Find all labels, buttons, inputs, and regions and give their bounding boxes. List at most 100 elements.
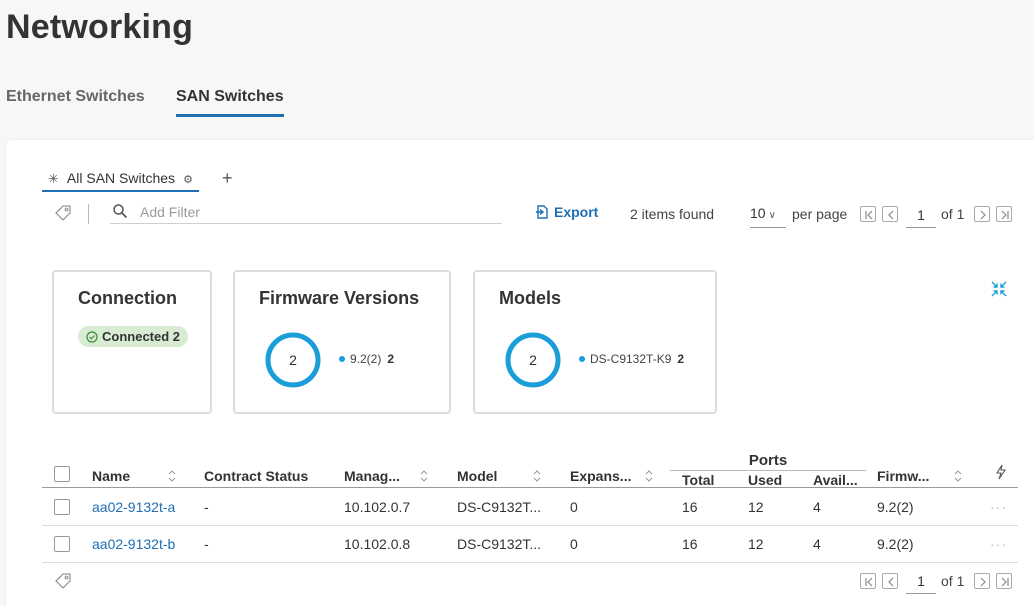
cell-contract-status: - [204, 536, 209, 552]
select-all-checkbox[interactable] [54, 466, 70, 482]
export-label: Export [554, 204, 599, 220]
tag-icon[interactable] [54, 204, 72, 227]
row-actions-icon[interactable]: ··· [990, 499, 1007, 515]
page-count-label: of 1 [941, 573, 965, 589]
firmware-legend-item[interactable]: 9.2(2) 2 [339, 352, 394, 366]
row-checkbox[interactable] [54, 536, 70, 552]
gear-icon[interactable]: ⚙ [183, 174, 193, 186]
column-header-model[interactable]: Model [457, 468, 497, 484]
search-icon [112, 203, 128, 224]
models-donut-total: 2 [529, 352, 537, 368]
firmware-versions-summary-card[interactable]: Firmware Versions 2 9.2(2) 2 [233, 270, 451, 414]
cell-model: DS-C9132T... [457, 499, 542, 515]
check-circle-icon [86, 331, 98, 343]
sort-icon[interactable] [645, 470, 653, 482]
tab-ethernet-switches[interactable]: Ethernet Switches [6, 88, 145, 114]
column-header-ports-total[interactable]: Total [682, 472, 714, 488]
connection-title: Connection [78, 288, 177, 308]
column-group-ports: Ports [748, 452, 788, 469]
firmware-legend-count: 2 [387, 352, 395, 366]
sort-icon[interactable] [533, 470, 541, 482]
column-header-management[interactable]: Manag... [344, 468, 400, 484]
networking-page: Networking Ethernet Switches SAN Switche… [0, 0, 1034, 606]
per-page-select[interactable]: 10 ∨ [750, 202, 786, 228]
firmware-donut-chart[interactable]: 2 [263, 330, 323, 390]
first-page-button[interactable] [860, 573, 876, 589]
sort-icon[interactable] [168, 470, 176, 482]
switch-name-link[interactable]: aa02-9132t-a [92, 499, 175, 515]
cell-ports-available: 4 [813, 536, 821, 552]
items-found-count: 2 items found [630, 206, 715, 222]
cell-ports-total: 16 [682, 499, 698, 515]
models-donut-chart[interactable]: 2 [503, 330, 563, 390]
models-legend-item[interactable]: DS-C9132T-K9 2 [579, 352, 684, 366]
column-header-firmware[interactable]: Firmw... [877, 468, 929, 484]
next-page-button[interactable] [974, 573, 990, 589]
page-number-input[interactable] [906, 202, 936, 228]
first-page-icon [865, 577, 873, 587]
lightning-icon[interactable] [995, 464, 1007, 480]
tag-icon[interactable] [54, 572, 72, 595]
view-tab-label: All SAN Switches [66, 170, 176, 186]
sort-icon[interactable] [954, 470, 962, 482]
models-legend-count: 2 [677, 352, 685, 366]
add-view-icon[interactable]: + [222, 168, 233, 189]
connected-badge[interactable]: Connected 2 [78, 326, 189, 347]
previous-page-button[interactable] [882, 206, 898, 222]
firmware-versions-title: Firmware Versions [259, 288, 420, 308]
page-title: Networking [6, 8, 194, 46]
firmware-donut-total: 2 [289, 352, 297, 368]
first-page-button[interactable] [860, 206, 876, 222]
toolbar-divider [88, 204, 89, 224]
cell-ports-used: 12 [748, 536, 764, 552]
connection-summary-card[interactable]: Connection Connected 2 [52, 270, 212, 414]
export-button[interactable]: Export [534, 204, 598, 224]
table-row[interactable]: aa02-9132t-a - 10.102.0.7 DS-C9132T... 0… [42, 489, 1018, 526]
add-filter-input[interactable] [140, 202, 490, 222]
export-icon [536, 205, 548, 219]
column-header-contract-status[interactable]: Contract Status [204, 468, 308, 484]
previous-page-button[interactable] [882, 573, 898, 589]
next-page-button[interactable] [974, 206, 990, 222]
sort-icon[interactable] [420, 470, 428, 482]
chevron-left-icon [888, 577, 894, 587]
cell-management-ip: 10.102.0.7 [344, 499, 411, 515]
column-header-expansion[interactable]: Expans... [570, 468, 631, 484]
table-row[interactable]: aa02-9132t-b - 10.102.0.8 DS-C9132T... 0… [42, 526, 1018, 563]
view-tab-all-san-switches[interactable]: ✳ All SAN Switches ⚙ [42, 170, 199, 192]
legend-dot [579, 356, 585, 362]
filter-bar [110, 200, 502, 224]
cell-ports-used: 12 [748, 499, 764, 515]
cell-contract-status: - [204, 499, 209, 515]
cell-expansion: 0 [570, 499, 578, 515]
row-checkbox[interactable] [54, 499, 70, 515]
cell-firmware: 9.2(2) [877, 536, 914, 552]
last-page-button[interactable] [996, 206, 1012, 222]
cell-management-ip: 10.102.0.8 [344, 536, 411, 552]
per-page-value: 10 [750, 205, 766, 221]
connected-badge-label: Connected 2 [102, 329, 181, 344]
asterisk-icon: ✳ [48, 171, 59, 186]
switch-name-link[interactable]: aa02-9132t-b [92, 536, 175, 552]
column-header-ports-used[interactable]: Used [748, 472, 782, 488]
column-header-name[interactable]: Name [92, 468, 130, 484]
cell-ports-available: 4 [813, 499, 821, 515]
table-header: Name Contract Status Manag... Model Expa… [42, 450, 1018, 488]
first-page-icon [865, 210, 873, 220]
cell-firmware: 9.2(2) [877, 499, 914, 515]
page-number-input[interactable] [906, 568, 936, 594]
chevron-right-icon [980, 210, 986, 220]
tab-san-switches[interactable]: SAN Switches [176, 88, 284, 117]
per-page-label: per page [792, 206, 848, 222]
last-page-button[interactable] [996, 573, 1012, 589]
page-count-label: of 1 [941, 206, 965, 222]
models-legend-label: DS-C9132T-K9 [590, 352, 672, 366]
cell-expansion: 0 [570, 536, 578, 552]
models-summary-card[interactable]: Models 2 DS-C9132T-K9 2 [473, 270, 717, 414]
legend-dot [339, 356, 345, 362]
chevron-down-icon: ∨ [768, 210, 776, 221]
row-actions-icon[interactable]: ··· [990, 536, 1007, 552]
collapse-icon[interactable] [990, 280, 1008, 303]
ports-group-divider [670, 470, 866, 471]
column-header-ports-available[interactable]: Avail... [813, 472, 858, 488]
